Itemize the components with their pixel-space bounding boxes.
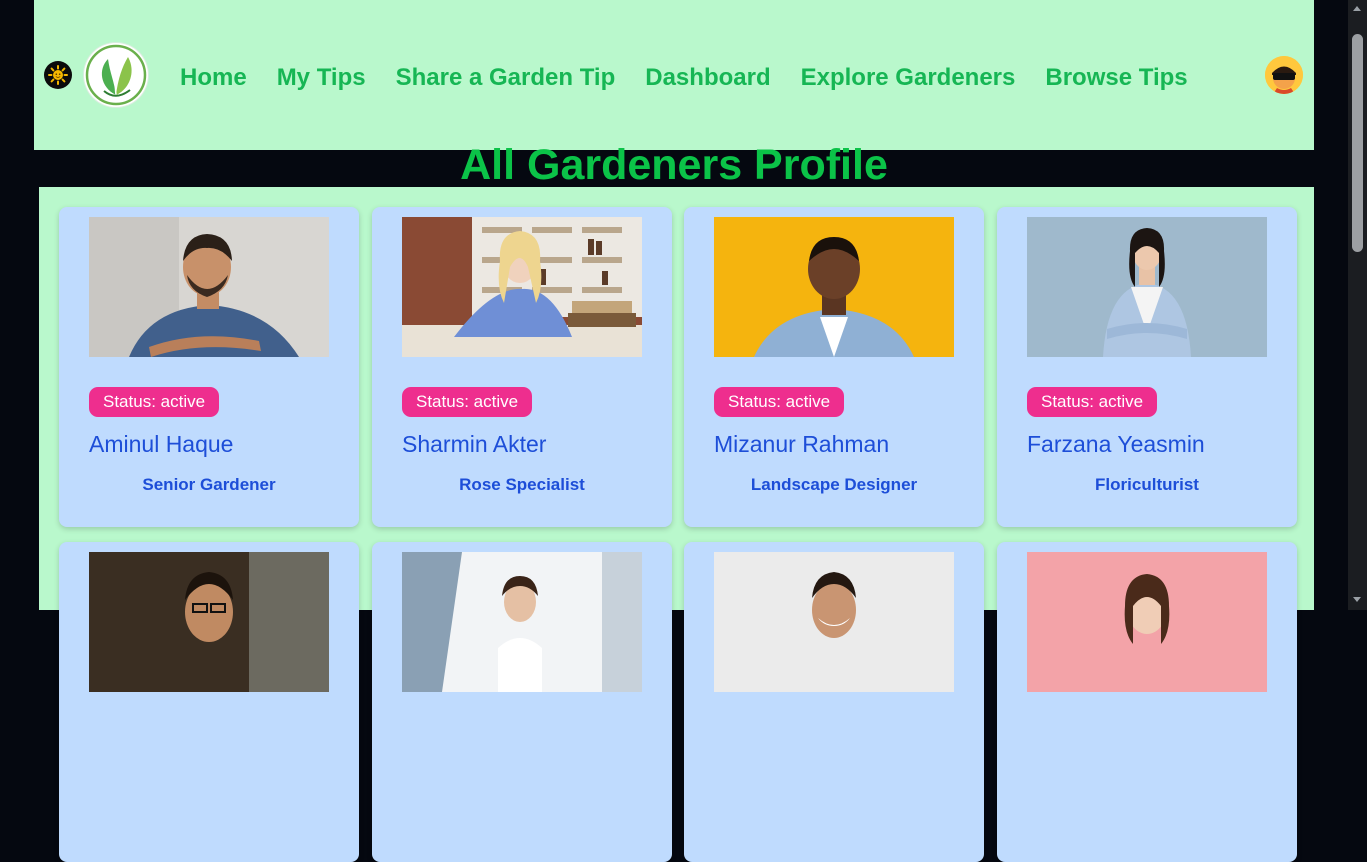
- gardener-card[interactable]: [372, 542, 672, 862]
- gardener-photo: [1027, 217, 1267, 357]
- status-badge: Status: active: [1027, 387, 1158, 417]
- gardener-photo: [714, 552, 954, 692]
- gardener-photo: [402, 552, 642, 692]
- scrollbar[interactable]: [1348, 0, 1367, 610]
- nav-link-share-tip[interactable]: Share a Garden Tip: [396, 60, 616, 96]
- navbar: Home My Tips Share a Garden Tip Dashboar…: [34, 0, 1314, 150]
- sun-icon[interactable]: [44, 61, 72, 89]
- gardener-cards-grid: Status: active Aminul Haque Senior Garde…: [39, 187, 1314, 862]
- nav-link-home[interactable]: Home: [180, 60, 247, 96]
- nav-link-my-tips[interactable]: My Tips: [277, 60, 366, 96]
- status-badge: Status: active: [89, 387, 220, 417]
- gardener-card[interactable]: [684, 542, 984, 862]
- gardener-card[interactable]: Status: active Aminul Haque Senior Garde…: [59, 207, 359, 527]
- user-avatar[interactable]: [1265, 56, 1303, 94]
- gardener-role: Senior Gardener: [142, 475, 276, 494]
- gardener-photo: [89, 552, 329, 692]
- gardener-name: Aminul Haque: [89, 431, 234, 457]
- gardener-name: Sharmin Akter: [402, 431, 547, 457]
- gardener-photo: [402, 217, 642, 357]
- gardener-card[interactable]: [59, 542, 359, 862]
- status-badge: Status: active: [714, 387, 845, 417]
- gardener-card[interactable]: Status: active Sharmin Akter Rose Specia…: [372, 207, 672, 527]
- gardener-photo: [1027, 552, 1267, 692]
- gardener-role: Floriculturist: [1095, 475, 1199, 494]
- leaf-logo-icon[interactable]: [84, 43, 148, 107]
- nav-link-browse-tips[interactable]: Browse Tips: [1045, 60, 1187, 96]
- gardener-role: Landscape Designer: [750, 475, 918, 494]
- gardener-role: Rose Specialist: [459, 475, 585, 494]
- page-title: All Gardeners Profile: [460, 141, 888, 189]
- nav-links: Home My Tips Share a Garden Tip Dashboar…: [180, 60, 1218, 96]
- gardener-name: Farzana Yeasmin: [1027, 431, 1205, 457]
- status-badge: Status: active: [402, 387, 533, 417]
- scroll-down-arrow[interactable]: [1353, 597, 1361, 602]
- gardener-card[interactable]: [997, 542, 1297, 862]
- nav-link-dashboard[interactable]: Dashboard: [645, 60, 770, 96]
- gardener-card[interactable]: Status: active Farzana Yeasmin Floricult…: [997, 207, 1297, 527]
- scroll-up-arrow[interactable]: [1353, 6, 1361, 11]
- gardener-card[interactable]: Status: active Mizanur Rahman Landscape …: [684, 207, 984, 527]
- gardener-photo: [714, 217, 954, 357]
- nav-link-explore-gardeners[interactable]: Explore Gardeners: [801, 60, 1016, 96]
- gardener-name: Mizanur Rahman: [714, 431, 890, 457]
- scrollbar-thumb[interactable]: [1352, 34, 1363, 252]
- gardener-photo: [89, 217, 329, 357]
